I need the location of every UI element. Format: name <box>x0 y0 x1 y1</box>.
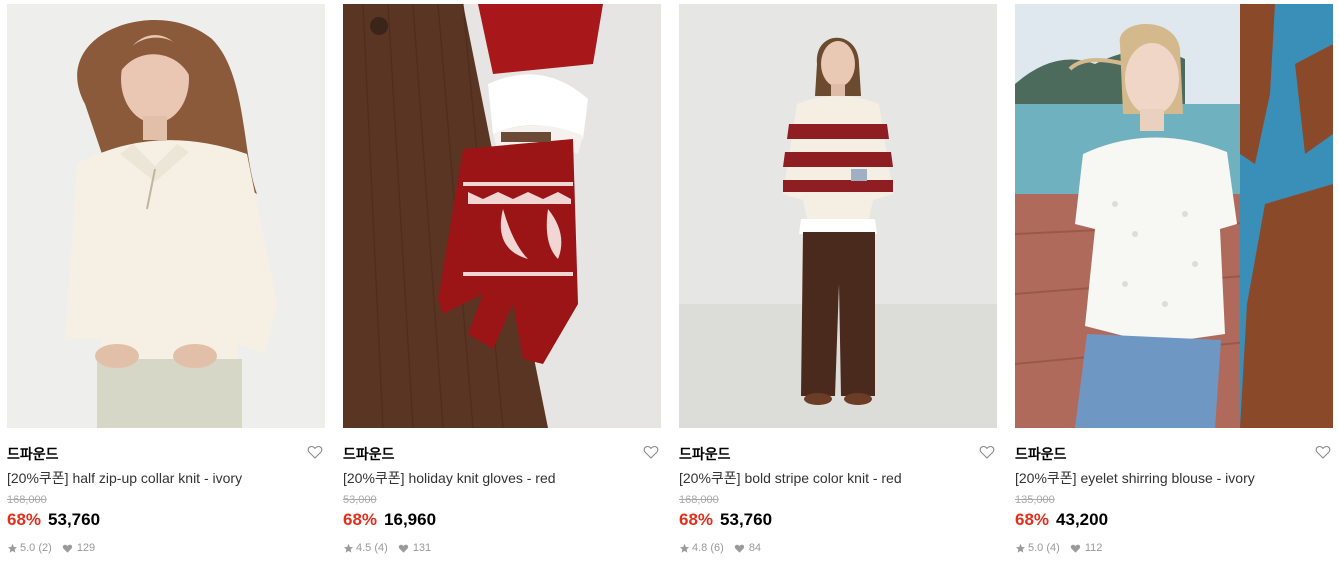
like-count: 129 <box>76 542 96 554</box>
rating-value: 4.8 <box>692 542 708 554</box>
product-card: 드파운드 [20%쿠폰] holiday knit gloves - red 5… <box>343 4 661 563</box>
sale-price: 43,200 <box>1056 510 1109 529</box>
star-icon <box>343 543 354 553</box>
discount-rate: 68% <box>343 510 378 529</box>
rating-value: 4.5 <box>356 542 372 554</box>
likes: 112 <box>1070 542 1103 554</box>
original-price: 168,000 <box>7 494 47 506</box>
review-count: (2) <box>38 542 52 554</box>
product-name[interactable]: [20%쿠폰] holiday knit gloves - red <box>343 468 556 488</box>
original-price: 53,000 <box>343 494 377 506</box>
like-count: 84 <box>748 542 762 554</box>
star-icon <box>1015 543 1026 553</box>
original-price: 168,000 <box>679 494 719 506</box>
product-image[interactable] <box>343 4 661 428</box>
rating-value: 5.0 <box>1028 542 1044 554</box>
brand-name[interactable]: 드파운드 <box>343 444 395 464</box>
brand-name[interactable]: 드파운드 <box>7 444 59 464</box>
product-image[interactable] <box>679 4 997 428</box>
review-count: (4) <box>1046 542 1060 554</box>
brand-name[interactable]: 드파운드 <box>679 444 731 464</box>
star-icon <box>7 543 18 553</box>
wishlist-heart-icon[interactable] <box>643 444 659 460</box>
sale-price: 53,760 <box>720 510 773 529</box>
product-name[interactable]: [20%쿠폰] eyelet shirring blouse - ivory <box>1015 468 1255 488</box>
discount-rate: 68% <box>679 510 714 529</box>
product-meta: 4.8 (6) 84 <box>679 542 761 554</box>
product-name[interactable]: [20%쿠폰] half zip-up collar knit - ivory <box>7 468 242 488</box>
product-card: 드파운드 [20%쿠폰] bold stripe color knit - re… <box>679 4 997 563</box>
product-meta: 5.0 (4) 112 <box>1015 542 1102 554</box>
rating-value: 5.0 <box>20 542 36 554</box>
likes: 131 <box>398 542 431 554</box>
product-card: 드파운드 [20%쿠폰] eyelet shirring blouse - iv… <box>1015 4 1333 563</box>
product-card: 드파운드 [20%쿠폰] half zip-up collar knit - i… <box>7 4 325 563</box>
wishlist-heart-icon[interactable] <box>1315 444 1331 460</box>
product-image[interactable] <box>7 4 325 428</box>
heart-icon <box>1070 544 1080 553</box>
like-count: 131 <box>412 542 432 554</box>
brand-name[interactable]: 드파운드 <box>1015 444 1067 464</box>
heart-icon <box>62 544 72 553</box>
product-meta: 4.5 (4) 131 <box>343 542 431 554</box>
sale-price: 16,960 <box>384 510 437 529</box>
review-count: (4) <box>374 542 388 554</box>
likes: 84 <box>734 542 761 554</box>
heart-icon <box>398 544 408 553</box>
sale-price: 53,760 <box>48 510 101 529</box>
product-image[interactable] <box>1015 4 1333 428</box>
wishlist-heart-icon[interactable] <box>979 444 995 460</box>
heart-icon <box>734 544 744 553</box>
like-count: 112 <box>1084 542 1103 554</box>
price-line: 68% 53,760 <box>7 510 100 530</box>
wishlist-heart-icon[interactable] <box>307 444 323 460</box>
price-line: 68% 43,200 <box>1015 510 1108 530</box>
discount-rate: 68% <box>1015 510 1050 529</box>
star-icon <box>679 543 690 553</box>
product-grid: 드파운드 [20%쿠폰] half zip-up collar knit - i… <box>0 0 1339 563</box>
price-line: 68% 16,960 <box>343 510 436 530</box>
product-meta: 5.0 (2) 129 <box>7 542 95 554</box>
original-price: 135,000 <box>1015 494 1055 506</box>
likes: 129 <box>62 542 95 554</box>
discount-rate: 68% <box>7 510 42 529</box>
review-count: (6) <box>710 542 724 554</box>
price-line: 68% 53,760 <box>679 510 772 530</box>
product-name[interactable]: [20%쿠폰] bold stripe color knit - red <box>679 468 902 488</box>
